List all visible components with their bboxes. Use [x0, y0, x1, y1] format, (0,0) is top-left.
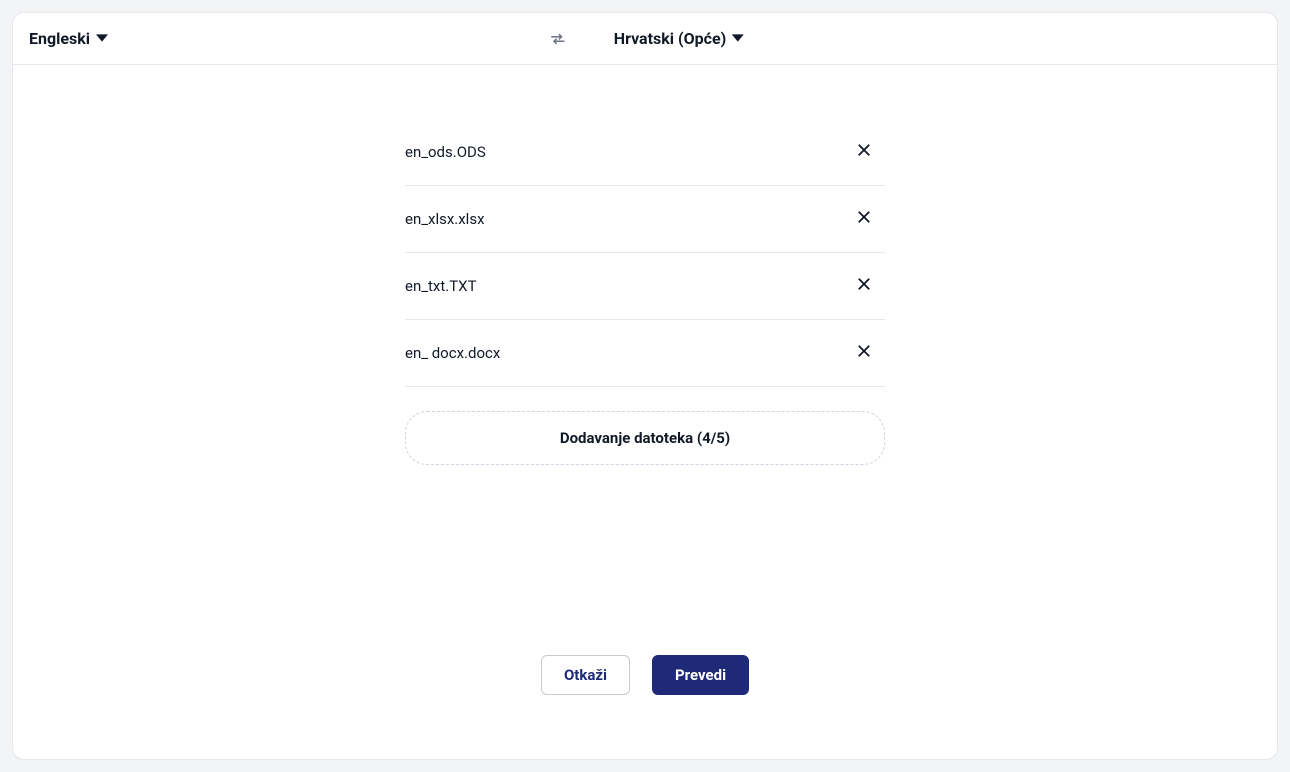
target-language-label: Hrvatski (Opće)	[614, 29, 726, 48]
source-language-label: Engleski	[29, 29, 90, 48]
file-name: en_xlsx.xlsx	[405, 210, 485, 228]
translation-panel: Engleski Hrvatski (Opće)	[12, 12, 1278, 760]
add-files-button[interactable]: Dodavanje datoteka (4/5)	[405, 411, 885, 465]
remove-file-button[interactable]	[851, 139, 877, 165]
file-row: en_xlsx.xlsx	[405, 186, 885, 253]
swap-languages-button[interactable]	[546, 27, 570, 51]
translate-label: Prevedi	[675, 666, 726, 684]
language-bar: Engleski Hrvatski (Opće)	[13, 13, 1277, 65]
remove-file-button[interactable]	[851, 340, 877, 366]
cancel-label: Otkaži	[564, 666, 607, 684]
caret-down-icon	[96, 29, 108, 48]
remove-file-button[interactable]	[851, 206, 877, 232]
file-row: en_txt.TXT	[405, 253, 885, 320]
add-files-label: Dodavanje datoteka (4/5)	[560, 429, 730, 447]
close-icon	[855, 208, 873, 230]
swap-and-target: Hrvatski (Opće)	[546, 27, 744, 51]
files-list: en_ods.ODS en_xlsx.xlsx en_txt.TXT	[405, 119, 885, 387]
caret-down-icon	[732, 29, 744, 48]
remove-file-button[interactable]	[851, 273, 877, 299]
cancel-button[interactable]: Otkaži	[541, 655, 630, 695]
file-name: en_ docx.docx	[405, 344, 500, 362]
footer-actions: Otkaži Prevedi	[13, 635, 1277, 759]
close-icon	[855, 275, 873, 297]
file-row: en_ods.ODS	[405, 119, 885, 186]
file-name: en_ods.ODS	[405, 143, 486, 161]
source-language-selector[interactable]: Engleski	[29, 29, 108, 48]
file-row: en_ docx.docx	[405, 320, 885, 387]
close-icon	[855, 342, 873, 364]
files-area: en_ods.ODS en_xlsx.xlsx en_txt.TXT	[13, 65, 1277, 635]
target-language-selector[interactable]: Hrvatski (Opće)	[614, 29, 744, 48]
translate-button[interactable]: Prevedi	[652, 655, 749, 695]
file-name: en_txt.TXT	[405, 277, 477, 295]
close-icon	[855, 141, 873, 163]
